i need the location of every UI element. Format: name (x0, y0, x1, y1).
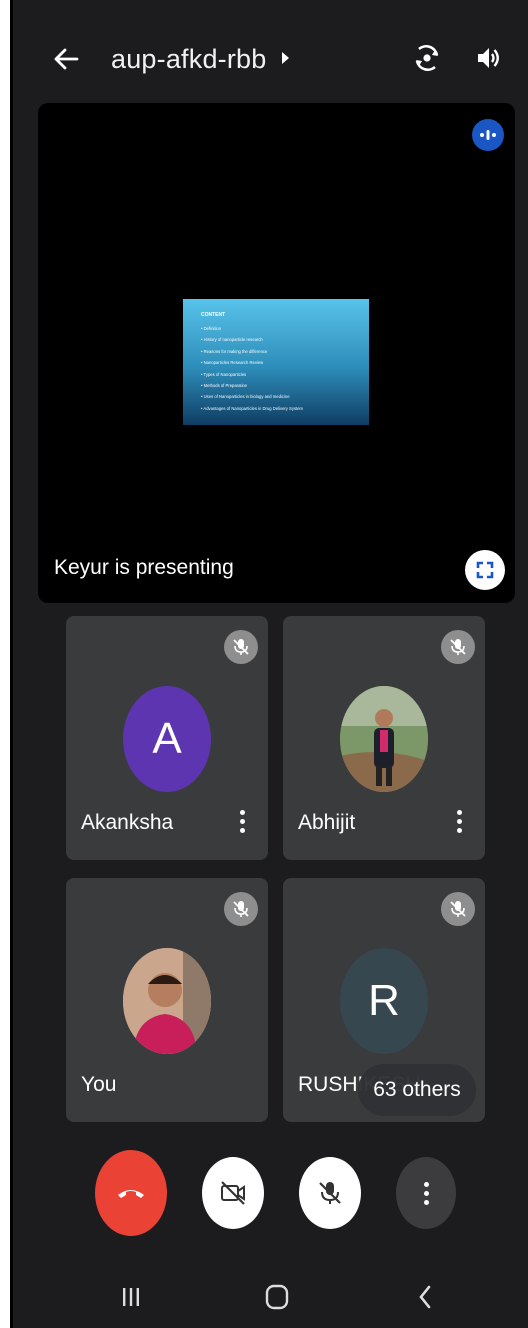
more-options-icon (423, 1181, 429, 1205)
participant-name: Abhijit (298, 811, 356, 834)
end-call-button[interactable] (95, 1150, 167, 1236)
chevron-right-icon[interactable] (280, 50, 292, 71)
fullscreen-icon (476, 561, 494, 579)
audio-level-icon (472, 119, 504, 151)
top-bar: aup-afkd-rbb (13, 0, 528, 110)
switch-camera-icon[interactable] (409, 40, 445, 76)
slide-bullet: • Advantages of Nanoparticles in Drug De… (201, 405, 304, 411)
speaker-icon[interactable] (471, 40, 507, 76)
slide-bullet: • Uses of Nanoparticles in biology and m… (201, 394, 290, 400)
participant-tile-akanksha[interactable]: A Akanksha (66, 616, 268, 860)
slide-bullet: • History of nanoparticle research (201, 337, 263, 343)
slide-bullet: • Reasons for making the difference (201, 348, 268, 354)
end-call-icon (118, 1190, 144, 1198)
meet-screen: aup-afkd-rbb CONTENT • Definition • Hist… (10, 0, 528, 1328)
slide-bullet: • Types of Nanoparticles (201, 371, 247, 377)
system-nav-bar (13, 1268, 528, 1328)
more-vert-icon[interactable] (236, 810, 248, 838)
mic-toggle-button[interactable] (299, 1157, 361, 1229)
mic-muted-icon (441, 892, 475, 926)
fullscreen-button[interactable] (465, 550, 505, 590)
avatar-letter: A (152, 714, 182, 763)
avatar-photo (123, 948, 211, 1054)
back-arrow-icon[interactable] (49, 42, 83, 76)
meeting-code[interactable]: aup-afkd-rbb (111, 44, 267, 75)
slide-bullet: • Nanoparticles Research Review (201, 360, 264, 366)
others-badge[interactable]: 63 others (358, 1064, 476, 1116)
camera-off-icon (221, 1181, 245, 1205)
slide-bullets: • Definition • History of nanoparticle r… (201, 323, 303, 414)
avatar-photo (340, 686, 428, 792)
recent-apps-icon[interactable] (111, 1282, 151, 1312)
participant-name: Akanksha (81, 811, 174, 834)
avatar: A (123, 686, 211, 792)
slide-bullet: • Methods of Preparation (201, 383, 248, 389)
shared-slide: CONTENT • Definition • History of nanopa… (183, 299, 369, 425)
presenter-label: Keyur is presenting (54, 556, 234, 579)
mic-muted-icon (224, 630, 258, 664)
more-vert-icon[interactable] (453, 810, 465, 838)
participant-tile-you[interactable]: You (66, 878, 268, 1122)
slide-bullet: • Definition (201, 326, 222, 331)
home-icon[interactable] (257, 1282, 297, 1312)
back-nav-icon[interactable] (405, 1282, 445, 1312)
participant-name: You (81, 1073, 117, 1096)
participant-tile-abhijit[interactable]: Abhijit (283, 616, 485, 860)
camera-toggle-button[interactable] (202, 1157, 264, 1229)
mic-off-icon (319, 1182, 341, 1204)
avatar: R (340, 948, 428, 1054)
presentation-view[interactable]: CONTENT • Definition • History of nanopa… (38, 103, 515, 603)
avatar-letter: R (368, 976, 400, 1025)
more-options-button[interactable] (396, 1157, 456, 1229)
mic-muted-icon (441, 630, 475, 664)
mic-muted-icon (224, 892, 258, 926)
slide-title: CONTENT (201, 312, 226, 318)
